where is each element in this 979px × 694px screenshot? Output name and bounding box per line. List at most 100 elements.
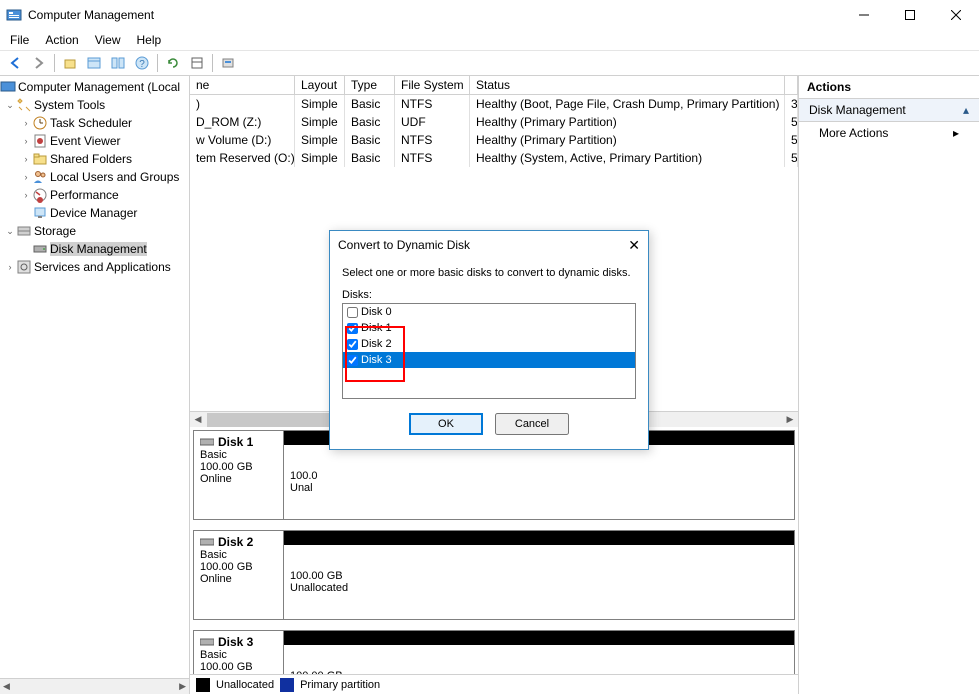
- dialog-disk-item[interactable]: Disk 1: [343, 320, 635, 336]
- folder-icon: [32, 151, 48, 167]
- minimize-button[interactable]: [841, 0, 887, 30]
- col-status[interactable]: Status: [470, 76, 785, 94]
- legend-unallocated: Unallocated: [216, 679, 274, 691]
- toolbar-icon-1[interactable]: [107, 52, 129, 74]
- tree-root[interactable]: Computer Management (Local: [0, 78, 189, 96]
- actions-section[interactable]: Disk Management ▴: [799, 99, 979, 122]
- scroll-right-icon[interactable]: ▶: [782, 412, 798, 428]
- actions-more[interactable]: More Actions ▸: [799, 122, 979, 144]
- expand-icon[interactable]: ›: [4, 262, 16, 272]
- legend-bar: Unallocated Primary partition: [190, 674, 798, 694]
- forward-button[interactable]: [28, 52, 50, 74]
- titlebar: Computer Management: [0, 0, 979, 30]
- tree-device-manager[interactable]: Device Manager: [0, 204, 189, 222]
- disk-label: Disk 1Basic100.00 GBOnline: [194, 431, 284, 519]
- help-button[interactable]: ?: [131, 52, 153, 74]
- scroll-left-icon[interactable]: ◀: [190, 412, 206, 428]
- col-layout[interactable]: Layout: [295, 76, 345, 94]
- dialog-disks-label: Disks:: [342, 289, 636, 301]
- disk-label: Disk 2Basic100.00 GBOnline: [194, 531, 284, 619]
- tree-local-users[interactable]: › Local Users and Groups: [0, 168, 189, 186]
- volume-row[interactable]: w Volume (D:)SimpleBasicNTFSHealthy (Pri…: [190, 131, 798, 149]
- disk-item-label: Disk 1: [361, 322, 392, 334]
- disk-checkbox[interactable]: [347, 307, 358, 318]
- refresh-button[interactable]: [162, 52, 184, 74]
- menu-file[interactable]: File: [4, 31, 35, 49]
- tree-h-scrollbar[interactable]: ◀▶: [0, 678, 189, 694]
- close-button[interactable]: [933, 0, 979, 30]
- disk-checkbox[interactable]: [347, 339, 358, 350]
- expand-icon[interactable]: ›: [20, 172, 32, 182]
- menu-view[interactable]: View: [89, 31, 127, 49]
- tree-disk-management[interactable]: Disk Management: [0, 240, 189, 258]
- col-filesystem[interactable]: File System: [395, 76, 470, 94]
- svg-text:?: ?: [139, 59, 145, 70]
- dialog-instruction: Select one or more basic disks to conver…: [342, 267, 636, 279]
- tree-system-tools[interactable]: ⌄ System Tools: [0, 96, 189, 114]
- maximize-button[interactable]: [887, 0, 933, 30]
- legend-primary: Primary partition: [300, 679, 380, 691]
- dialog-disk-list: Disk 0 Disk 1 Disk 2 Disk 3: [342, 303, 636, 399]
- ok-button[interactable]: OK: [409, 413, 483, 435]
- expand-icon[interactable]: ›: [20, 118, 32, 128]
- disk-partition[interactable]: 100.00 GBUnallocated: [284, 531, 794, 619]
- disk-row[interactable]: Disk 3Basic100.00 GBOnline100.00 GBUnall…: [193, 630, 795, 674]
- properties-button[interactable]: [83, 52, 105, 74]
- cancel-button[interactable]: Cancel: [495, 413, 569, 435]
- tree-event-viewer[interactable]: › Event Viewer: [0, 132, 189, 150]
- expand-icon[interactable]: ›: [20, 154, 32, 164]
- storage-icon: [16, 223, 32, 239]
- volume-header: ne Layout Type File System Status: [190, 76, 798, 95]
- computer-icon: [0, 79, 16, 95]
- toolbar-icon-2[interactable]: [186, 52, 208, 74]
- device-icon: [32, 205, 48, 221]
- app-icon: [6, 7, 22, 23]
- window-title: Computer Management: [28, 8, 841, 22]
- up-button[interactable]: [59, 52, 81, 74]
- dialog-disk-item[interactable]: Disk 0: [343, 304, 635, 320]
- dialog-close-button[interactable]: ✕: [628, 237, 640, 254]
- expand-icon[interactable]: ›: [20, 190, 32, 200]
- collapse-icon[interactable]: ⌄: [4, 100, 16, 111]
- tree-task-scheduler[interactable]: › Task Scheduler: [0, 114, 189, 132]
- menubar: File Action View Help: [0, 30, 979, 50]
- disk-item-label: Disk 3: [361, 354, 392, 366]
- col-type[interactable]: Type: [345, 76, 395, 94]
- dialog-titlebar: Convert to Dynamic Disk ✕: [330, 231, 648, 259]
- tree-services[interactable]: › Services and Applications: [0, 258, 189, 276]
- disk-icon: [32, 241, 48, 257]
- disk-row[interactable]: Disk 2Basic100.00 GBOnline100.00 GBUnall…: [193, 530, 795, 620]
- disk-item-label: Disk 2: [361, 338, 392, 350]
- disk-checkbox[interactable]: [347, 355, 358, 366]
- disk-checkbox[interactable]: [347, 323, 358, 334]
- legend-unallocated-swatch: [196, 678, 210, 692]
- dialog-disk-item[interactable]: Disk 3: [343, 352, 635, 368]
- dialog-disk-item[interactable]: Disk 2: [343, 336, 635, 352]
- back-button[interactable]: [4, 52, 26, 74]
- col-volume[interactable]: ne: [190, 76, 295, 94]
- tools-icon: [16, 97, 32, 113]
- menu-help[interactable]: Help: [131, 31, 168, 49]
- tree-storage[interactable]: ⌄ Storage: [0, 222, 189, 240]
- volume-row[interactable]: D_ROM (Z:)SimpleBasicUDFHealthy (Primary…: [190, 113, 798, 131]
- services-icon: [16, 259, 32, 275]
- volume-table: ne Layout Type File System Status )Simpl…: [190, 76, 798, 167]
- col-capacity[interactable]: [785, 76, 798, 94]
- disk-label: Disk 3Basic100.00 GBOnline: [194, 631, 284, 674]
- users-icon: [32, 169, 48, 185]
- volume-row[interactable]: )SimpleBasicNTFSHealthy (Boot, Page File…: [190, 95, 798, 113]
- expand-icon[interactable]: ›: [20, 136, 32, 146]
- tree-performance[interactable]: › Performance: [0, 186, 189, 204]
- menu-action[interactable]: Action: [39, 31, 84, 49]
- actions-header: Actions: [799, 76, 979, 99]
- toolbar-icon-3[interactable]: [217, 52, 239, 74]
- tree-shared-folders[interactable]: › Shared Folders: [0, 150, 189, 168]
- chevron-right-icon: ▸: [953, 126, 959, 140]
- actions-pane: Actions Disk Management ▴ More Actions ▸: [799, 76, 979, 694]
- performance-icon: [32, 187, 48, 203]
- disk-graphic-pane: Disk 1Basic100.00 GBOnline100.0UnalDisk …: [190, 427, 798, 674]
- disk-item-label: Disk 0: [361, 306, 392, 318]
- volume-row[interactable]: tem Reserved (O:)SimpleBasicNTFSHealthy …: [190, 149, 798, 167]
- collapse-icon[interactable]: ⌄: [4, 226, 16, 237]
- disk-partition[interactable]: 100.00 GBUnallocated: [284, 631, 794, 674]
